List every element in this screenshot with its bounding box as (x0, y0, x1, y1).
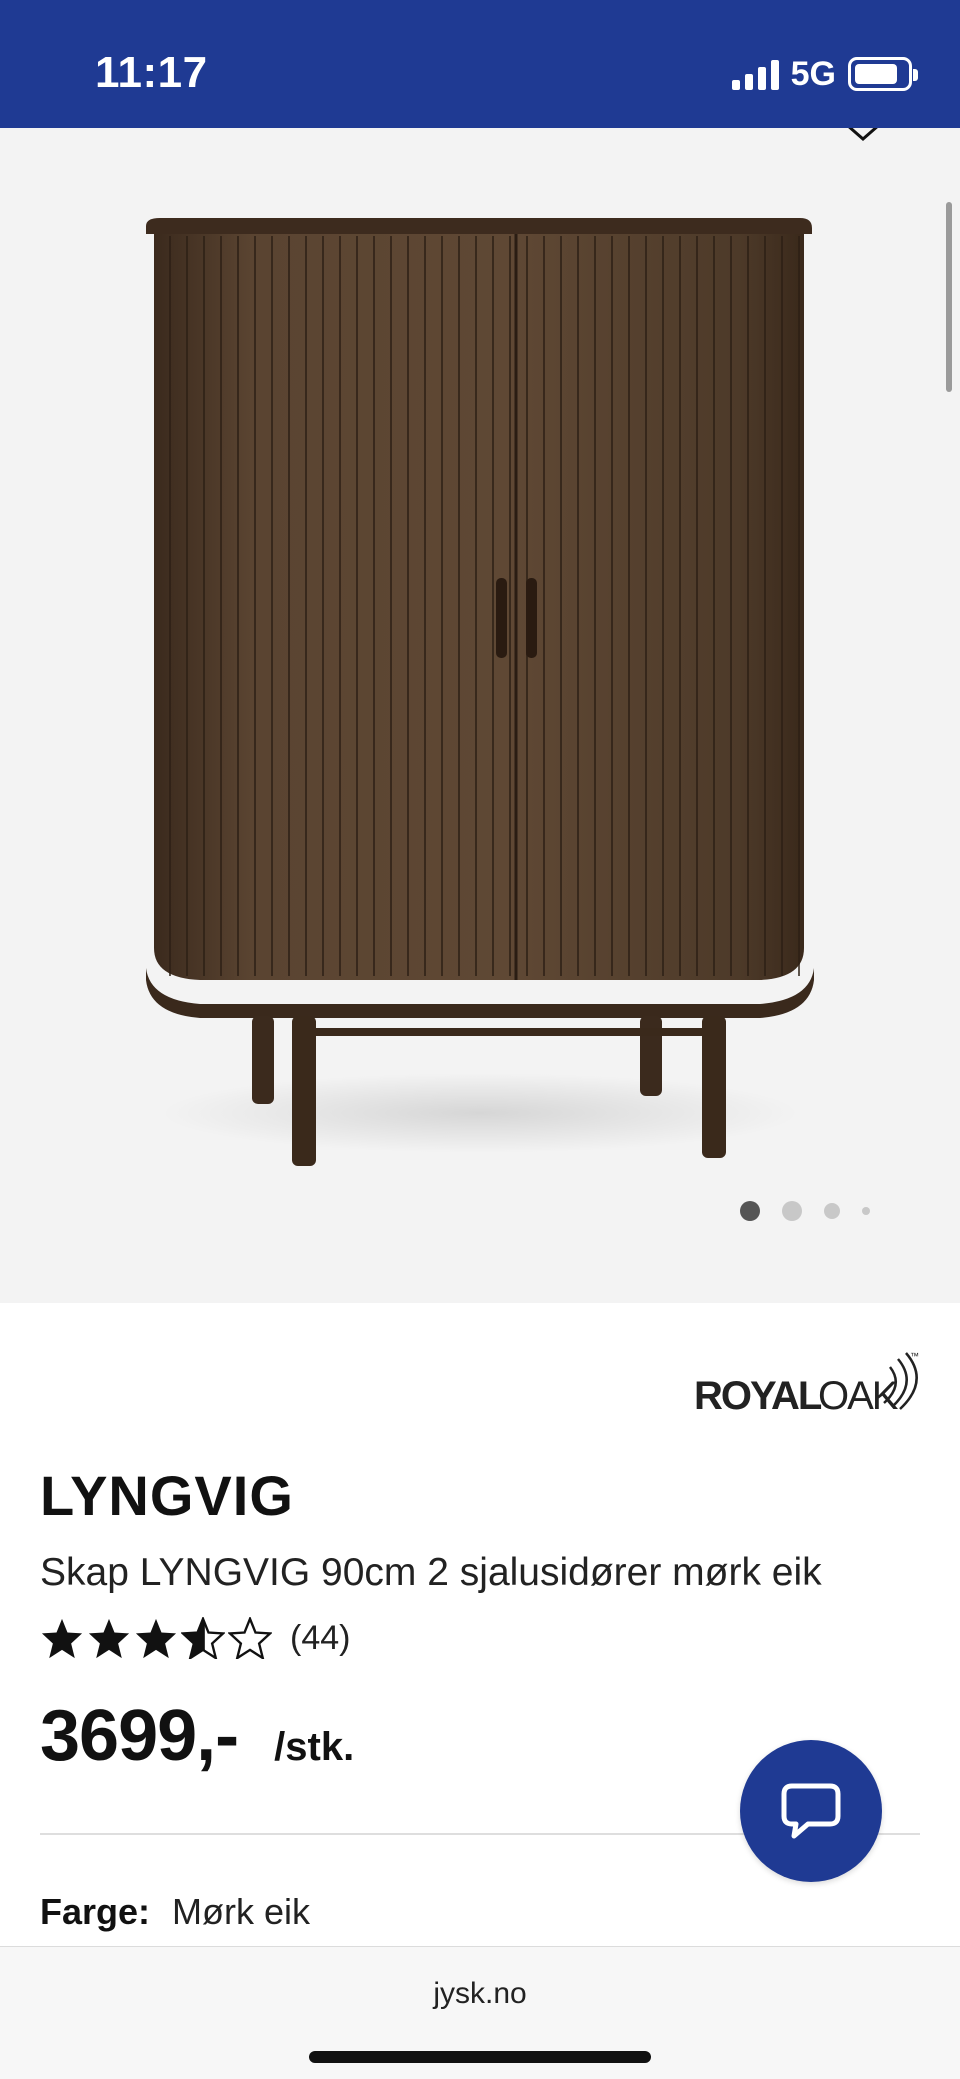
star-empty-icon (228, 1617, 272, 1659)
svg-text:ROYAL: ROYAL (694, 1374, 822, 1417)
cabinet-image (146, 218, 814, 1166)
browser-bottom-bar: jysk.no (0, 1946, 960, 2079)
star-full-icon (41, 1618, 83, 1659)
star-half-icon (181, 1617, 225, 1659)
product-image-gallery[interactable] (0, 128, 960, 1303)
url-bar[interactable]: jysk.no (0, 1977, 960, 2011)
home-indicator[interactable] (309, 2051, 651, 2063)
product-name: LYNGVIG (40, 1464, 294, 1527)
network-type: 5G (790, 54, 836, 93)
svg-text:OAK: OAK (818, 1374, 899, 1417)
status-time: 11:17 (95, 48, 208, 97)
color-label: Farge: (40, 1891, 151, 1932)
gallery-dot-active[interactable] (740, 1201, 760, 1221)
chevron-down-icon[interactable] (844, 128, 882, 144)
gallery-dot[interactable] (824, 1203, 840, 1219)
scrollbar[interactable] (946, 202, 952, 392)
status-indicators: 5G (731, 52, 918, 96)
color-value: Mørk eik (172, 1891, 311, 1932)
price-unit: /stk. (274, 1725, 355, 1769)
chat-bubble-icon (781, 1783, 841, 1839)
price-row: 3699,- /stk. (40, 1695, 354, 1777)
battery-icon (848, 57, 918, 91)
star-full-icon (135, 1618, 177, 1659)
status-bar: 11:17 5G (0, 0, 960, 128)
product-price: 3699,- (40, 1696, 239, 1776)
gallery-dot[interactable] (782, 1201, 802, 1221)
svg-text:™: ™ (910, 1351, 919, 1361)
product-description: Skap LYNGVIG 90cm 2 sjalusidører mørk ei… (40, 1551, 822, 1594)
color-selector[interactable]: Farge: Mørk eik (40, 1891, 310, 1933)
signal-icon (731, 58, 779, 90)
chat-button[interactable] (740, 1740, 882, 1882)
gallery-pagination[interactable] (740, 1201, 870, 1221)
royal-oak-logo[interactable]: ROYAL OAK ™ (694, 1345, 924, 1417)
product-rating[interactable]: (44) (40, 1617, 350, 1659)
review-count[interactable]: (44) (290, 1619, 350, 1658)
rating-stars (40, 1617, 272, 1659)
star-full-icon (88, 1618, 130, 1659)
gallery-dot[interactable] (862, 1207, 870, 1215)
